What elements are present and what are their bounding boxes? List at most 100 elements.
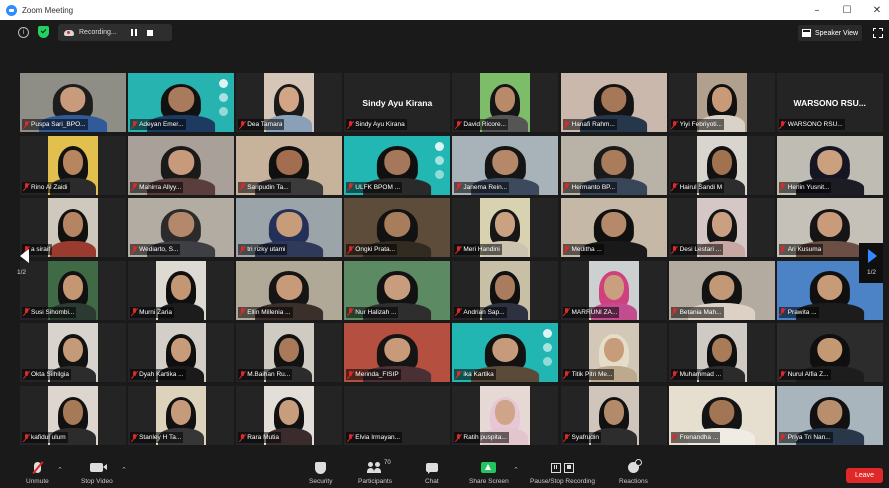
pause-recording-icon[interactable] <box>130 29 137 36</box>
next-page-button[interactable]: 1/2 <box>859 243 883 283</box>
participant-face <box>708 274 735 300</box>
participant-name: Nurul Alfia Z... <box>787 371 829 379</box>
participant-tile[interactable]: Titik Pitri Me... <box>560 323 667 383</box>
share-screen-label: Share Screen <box>469 478 509 485</box>
participant-name-tag: Elvia Irmayan... <box>346 432 403 443</box>
participant-name: Merinda_FISIP <box>355 371 399 379</box>
participant-tile[interactable]: Okta Silhilgia <box>20 323 126 383</box>
participant-name: Betania Mah... <box>679 308 722 316</box>
participants-button[interactable]: 70 Participants <box>358 460 392 485</box>
participant-tile[interactable]: Stanley H Ta... <box>128 386 235 445</box>
participant-name: Ratih puspita... <box>463 434 507 441</box>
participant-tile[interactable]: M.Baihan Ru... <box>236 323 343 383</box>
share-options-chevron-icon[interactable]: ⌃ <box>513 466 519 474</box>
participant-tile[interactable]: WARSONO RSU... WARSONO RSU... <box>776 73 883 132</box>
participant-tile[interactable]: MARRUNI ZA... <box>560 260 667 320</box>
participant-tile[interactable]: Hanafi Rahm... <box>560 73 667 132</box>
participant-tile[interactable]: Herlin Yusnit... <box>776 135 883 195</box>
participant-tile[interactable]: Saripudin Ta... <box>236 135 343 195</box>
video-options-chevron-icon[interactable]: ⌃ <box>121 466 127 474</box>
speaker-view-button[interactable]: Speaker View <box>798 25 863 41</box>
participant-tile[interactable]: Nur Halizah ... <box>344 260 451 320</box>
participant-tile[interactable]: Betania Mah... <box>668 260 775 320</box>
participant-tile[interactable]: Rino Al Zaidi <box>20 135 126 195</box>
participant-tile[interactable]: Dea Tamara <box>236 73 343 132</box>
zoom-window: Zoom Meeting – ☐ ✕ i Recording... Speake… <box>0 0 889 488</box>
minimize-icon[interactable]: – <box>811 5 823 16</box>
mic-muted-icon <box>23 370 29 379</box>
participant-face <box>711 337 732 363</box>
mic-muted-icon <box>455 370 461 379</box>
virtual-background-logo-icon <box>435 169 445 179</box>
participant-tile[interactable]: Murni Zaria <box>128 260 235 320</box>
mic-muted-icon <box>347 433 353 442</box>
participant-tile[interactable]: tri rizky utami <box>236 198 343 258</box>
reactions-button[interactable]: Reactions <box>619 459 648 485</box>
participant-tile[interactable]: Ratih puspita... <box>452 386 559 445</box>
leave-button[interactable]: Leave <box>846 468 883 483</box>
participant-tile[interactable]: Meri Handini <box>452 198 559 258</box>
participant-name: Hairul Sandi M <box>679 183 723 191</box>
participant-tile[interactable]: Sindy Ayu Kirana Sindy Ayu Kirana <box>344 73 451 132</box>
stop-video-button[interactable]: Stop Video <box>81 461 113 485</box>
participant-tile[interactable]: David Ricore... <box>452 73 559 132</box>
participant-tile[interactable]: Rara Mutia <box>236 386 343 445</box>
meeting-info-icon[interactable]: i <box>18 27 29 38</box>
participant-name-tag: Priya Tri Nan... <box>778 432 833 443</box>
participant-tile[interactable]: Hermanto BP... <box>560 135 667 195</box>
participant-name-tag: Rara Mutia <box>238 432 281 443</box>
participant-tile[interactable]: Syafrudin <box>560 386 667 445</box>
participant-face <box>816 274 843 300</box>
participant-tile[interactable]: Janema Rein... <box>452 135 559 195</box>
participant-tile[interactable]: Merinda_FISIP <box>344 323 451 383</box>
participant-tile[interactable]: Hairul Sandi M <box>668 135 775 195</box>
participant-name-tag: Ratih puspita... <box>454 432 509 443</box>
participant-face <box>276 212 302 238</box>
gallery-view: Puspa Sari_BPO... Adeyan Emer... Dea Tamar… <box>20 73 883 445</box>
participant-tile[interactable]: Nurul Alfia Z... <box>776 323 883 383</box>
pause-stop-recording-button[interactable]: Pause/Stop Recording <box>530 461 595 485</box>
participant-tile[interactable]: Yiyi Febriyoti... <box>668 73 775 132</box>
participant-name: ika Kartika <box>463 371 494 379</box>
participant-tile[interactable]: a sirait <box>20 198 126 258</box>
participant-tile[interactable]: Priya Tri Nan... <box>776 386 883 445</box>
fullscreen-icon[interactable] <box>872 27 883 38</box>
participant-name: a sirait <box>31 246 51 254</box>
participant-name-tag: Saripudin Ta... <box>238 181 291 193</box>
participant-tile[interactable]: Meditha ... <box>560 198 667 258</box>
meeting-controls-bar: Unmute ⌃ Stop Video ⌃ Security 70 Partic… <box>0 455 889 488</box>
participant-tile[interactable]: kafidul ulum <box>20 386 126 445</box>
audio-options-chevron-icon[interactable]: ⌃ <box>57 466 63 474</box>
participant-name: Andrian Sap... <box>463 308 505 316</box>
participant-tile[interactable]: Wediarto, S... <box>128 198 235 258</box>
security-button[interactable]: Security <box>309 461 332 485</box>
participant-tile[interactable]: ika Kartika <box>452 323 559 383</box>
participant-tile[interactable]: Andrian Sap... <box>452 260 559 320</box>
participant-tile[interactable]: Dyah Kartika ... <box>128 323 235 383</box>
participant-tile[interactable]: Susi Sihombi... <box>20 260 126 320</box>
participant-tile[interactable]: Frenandha ... <box>668 386 775 445</box>
maximize-icon[interactable]: ☐ <box>841 5 853 16</box>
participant-tile[interactable]: Desi Lestari ... <box>668 198 775 258</box>
participant-tile[interactable]: Mahirra Allyy... <box>128 135 235 195</box>
encryption-shield-icon[interactable] <box>38 26 49 38</box>
participant-name-tag: Wediarto, S... <box>130 244 181 256</box>
close-icon[interactable]: ✕ <box>871 5 883 16</box>
stop-recording-icon[interactable] <box>146 29 153 36</box>
participant-tile[interactable]: Adeyan Emer... <box>128 73 235 132</box>
chat-button[interactable]: Chat <box>425 461 439 485</box>
participant-name-tag: Herlin Yusnit... <box>778 181 832 193</box>
participant-name-tag: Betania Mah... <box>670 306 724 318</box>
participant-face <box>384 274 411 300</box>
participant-tile[interactable]: Elvia Irmayan... <box>344 386 451 445</box>
participant-tile[interactable]: Muhammad ... <box>668 323 775 383</box>
mic-muted-icon <box>455 308 461 316</box>
participant-tile[interactable]: ULFK BPOM ... <box>344 135 451 195</box>
participant-tile[interactable]: Puspa Sari_BPO... <box>20 73 126 132</box>
share-screen-button[interactable]: Share Screen <box>469 461 509 485</box>
participant-face <box>171 400 192 425</box>
participant-tile[interactable]: Ellin Millenia ... <box>236 260 343 320</box>
unmute-button[interactable]: Unmute <box>26 461 49 485</box>
previous-page-button[interactable]: 1/2 <box>16 243 32 283</box>
participant-tile[interactable]: Ongki Prata... <box>344 198 451 258</box>
